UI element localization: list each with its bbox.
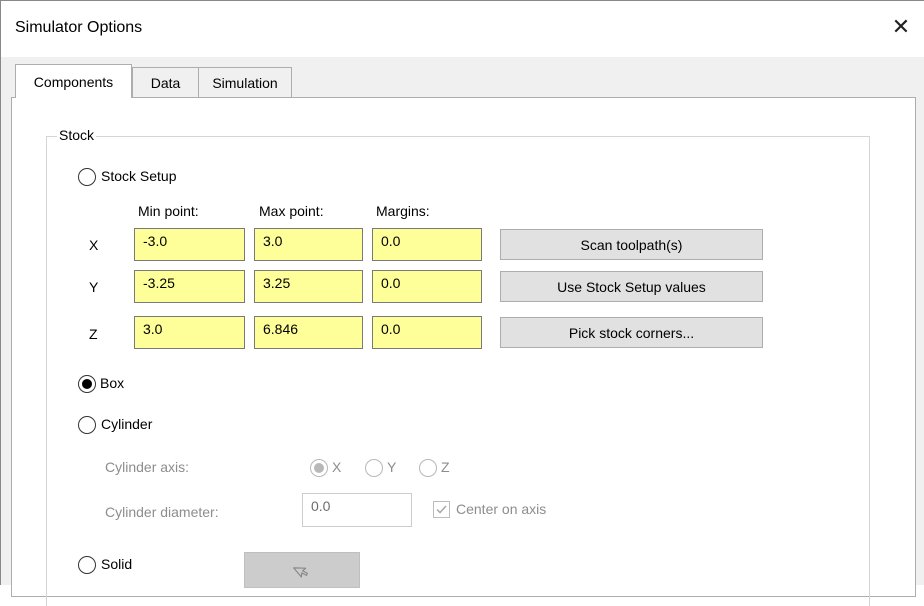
pointer-cursor-icon — [293, 567, 308, 578]
cylinder-axis-z-radio[interactable] — [419, 459, 437, 477]
close-icon: ✕ — [891, 14, 911, 39]
cylinder-axis-z-label: Z — [441, 459, 450, 475]
x-margin-value: 0.0 — [381, 233, 401, 249]
cylinder-diameter-label: Cylinder diameter: — [105, 504, 219, 520]
cylinder-axis-x-radio[interactable] — [310, 459, 328, 477]
cylinder-axis-y-label: Y — [387, 459, 397, 475]
tab-data-label: Data — [150, 74, 181, 91]
y-max-field[interactable]: 3.25 — [254, 270, 363, 303]
cylinder-diameter-value: 0.0 — [311, 498, 331, 514]
z-min-field[interactable]: 3.0 — [134, 316, 245, 349]
cylinder-axis-x-label: X — [332, 459, 342, 475]
stock-setup-radio[interactable] — [78, 168, 96, 186]
tab-simulation[interactable]: Simulation — [198, 67, 292, 97]
pick-stock-corners-label: Pick stock corners... — [568, 324, 695, 341]
pick-solid-button[interactable] — [244, 552, 360, 588]
y-min-value: -3.25 — [143, 275, 175, 291]
x-min-value: -3.0 — [143, 233, 168, 249]
use-stock-setup-values-button[interactable]: Use Stock Setup values — [500, 271, 763, 302]
stock-setup-label: Stock Setup — [101, 168, 177, 184]
axis-label-x: X — [89, 237, 99, 253]
cylinder-axis-y-radio[interactable] — [365, 459, 383, 477]
y-min-field[interactable]: -3.25 — [134, 270, 245, 303]
center-on-axis-label: Center on axis — [456, 501, 547, 517]
scan-toolpaths-button[interactable]: Scan toolpath(s) — [500, 229, 763, 260]
cylinder-radio[interactable] — [78, 416, 96, 434]
z-max-value: 6.846 — [263, 321, 299, 337]
tab-simulation-label: Simulation — [212, 74, 278, 91]
y-margin-field[interactable]: 0.0 — [372, 270, 482, 303]
y-max-value: 3.25 — [263, 275, 291, 291]
center-on-axis-checkbox[interactable] — [433, 501, 450, 518]
solid-label: Solid — [101, 556, 133, 572]
box-label: Box — [100, 375, 125, 391]
x-margin-field[interactable]: 0.0 — [372, 228, 482, 261]
x-max-field[interactable]: 3.0 — [254, 228, 363, 261]
pick-stock-corners-button[interactable]: Pick stock corners... — [500, 317, 763, 348]
max-point-header: Max point: — [259, 203, 324, 219]
box-radio[interactable] — [78, 375, 96, 393]
use-stock-setup-values-label: Use Stock Setup values — [557, 278, 706, 295]
z-margin-field[interactable]: 0.0 — [372, 316, 482, 349]
z-max-field[interactable]: 6.846 — [254, 316, 363, 349]
title-bar: Simulator Options ✕ — [1, 1, 924, 57]
simulator-options-dialog: Simulator Options ✕ Components Data Simu… — [0, 0, 924, 606]
cylinder-axis-label: Cylinder axis: — [105, 459, 190, 475]
stock-group-label: Stock — [57, 127, 97, 143]
window-title: Simulator Options — [15, 19, 143, 36]
axis-label-z: Z — [89, 326, 98, 342]
x-min-field[interactable]: -3.0 — [134, 228, 245, 261]
tab-components-label: Components — [33, 73, 114, 90]
cylinder-label: Cylinder — [101, 416, 153, 432]
cylinder-diameter-field[interactable]: 0.0 — [302, 493, 412, 527]
components-tab-panel: Stock Stock Setup Min point: Max point: … — [11, 97, 916, 606]
axis-label-y: Y — [89, 279, 99, 295]
x-max-value: 3.0 — [263, 233, 283, 249]
min-point-header: Min point: — [138, 203, 199, 219]
scan-toolpaths-label: Scan toolpath(s) — [580, 236, 683, 253]
solid-radio[interactable] — [78, 556, 96, 574]
z-min-value: 3.0 — [143, 321, 163, 337]
margins-header: Margins: — [376, 203, 430, 219]
y-margin-value: 0.0 — [381, 275, 401, 291]
close-button[interactable]: ✕ — [878, 1, 924, 53]
checkmark-icon — [436, 505, 447, 514]
z-margin-value: 0.0 — [381, 321, 401, 337]
tab-data[interactable]: Data — [132, 67, 199, 97]
tab-components[interactable]: Components — [15, 64, 132, 98]
